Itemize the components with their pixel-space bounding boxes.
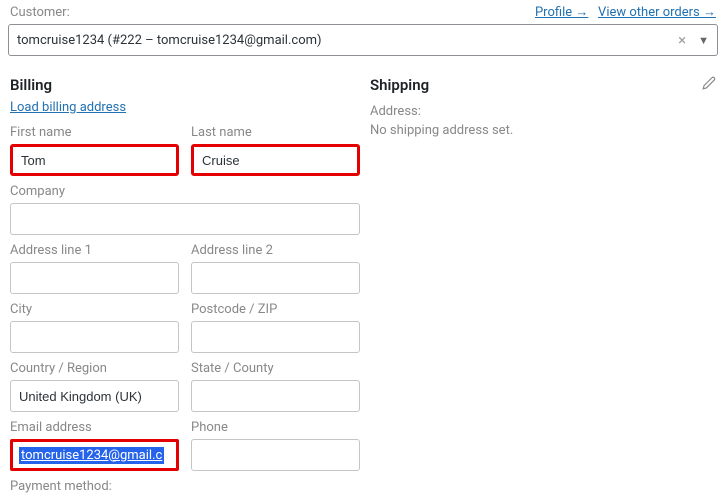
customer-select-value: tomcruise1234 (#222 – tomcruise1234@gmai… — [17, 33, 672, 48]
chevron-down-icon[interactable]: ▼ — [692, 34, 709, 47]
email-input[interactable]: tomcruise1234@gmail.c — [10, 439, 179, 471]
load-billing-address-link[interactable]: Load billing address — [10, 100, 126, 115]
city-label: City — [10, 302, 179, 317]
edit-shipping-icon[interactable] — [702, 76, 716, 94]
email-value-selected: tomcruise1234@gmail.c — [19, 447, 164, 464]
company-input[interactable] — [10, 203, 360, 235]
email-label: Email address — [10, 420, 179, 435]
last-name-input[interactable] — [191, 144, 360, 176]
phone-input[interactable] — [191, 439, 360, 471]
address1-label: Address line 1 — [10, 243, 179, 258]
address1-input[interactable] — [10, 262, 179, 294]
address2-label: Address line 2 — [191, 243, 360, 258]
shipping-address-label: Address: — [370, 104, 716, 119]
company-label: Company — [10, 184, 360, 199]
phone-label: Phone — [191, 420, 360, 435]
view-other-orders-link[interactable]: View other orders → — [598, 5, 716, 20]
shipping-title: Shipping — [370, 76, 716, 94]
city-input[interactable] — [10, 321, 179, 353]
payment-method-label: Payment method: — [10, 479, 360, 494]
shipping-none-text: No shipping address set. — [370, 123, 716, 138]
customer-label: Customer: — [10, 5, 70, 20]
first-name-input[interactable] — [10, 144, 179, 176]
country-select[interactable]: United Kingdom (UK) — [10, 380, 179, 412]
address2-input[interactable] — [191, 262, 360, 294]
state-input[interactable] — [191, 380, 360, 412]
state-label: State / County — [191, 361, 360, 376]
postcode-label: Postcode / ZIP — [191, 302, 360, 317]
postcode-input[interactable] — [191, 321, 360, 353]
last-name-label: Last name — [191, 125, 360, 140]
shipping-column: Shipping Address: No shipping address se… — [370, 68, 716, 494]
billing-column: Billing Load billing address First name … — [10, 68, 370, 494]
first-name-label: First name — [10, 125, 179, 140]
customer-select[interactable]: tomcruise1234 (#222 – tomcruise1234@gmai… — [8, 24, 718, 56]
profile-link[interactable]: Profile → — [535, 5, 588, 20]
billing-title: Billing — [10, 76, 360, 94]
country-label: Country / Region — [10, 361, 179, 376]
clear-customer-icon[interactable]: × — [672, 31, 692, 49]
